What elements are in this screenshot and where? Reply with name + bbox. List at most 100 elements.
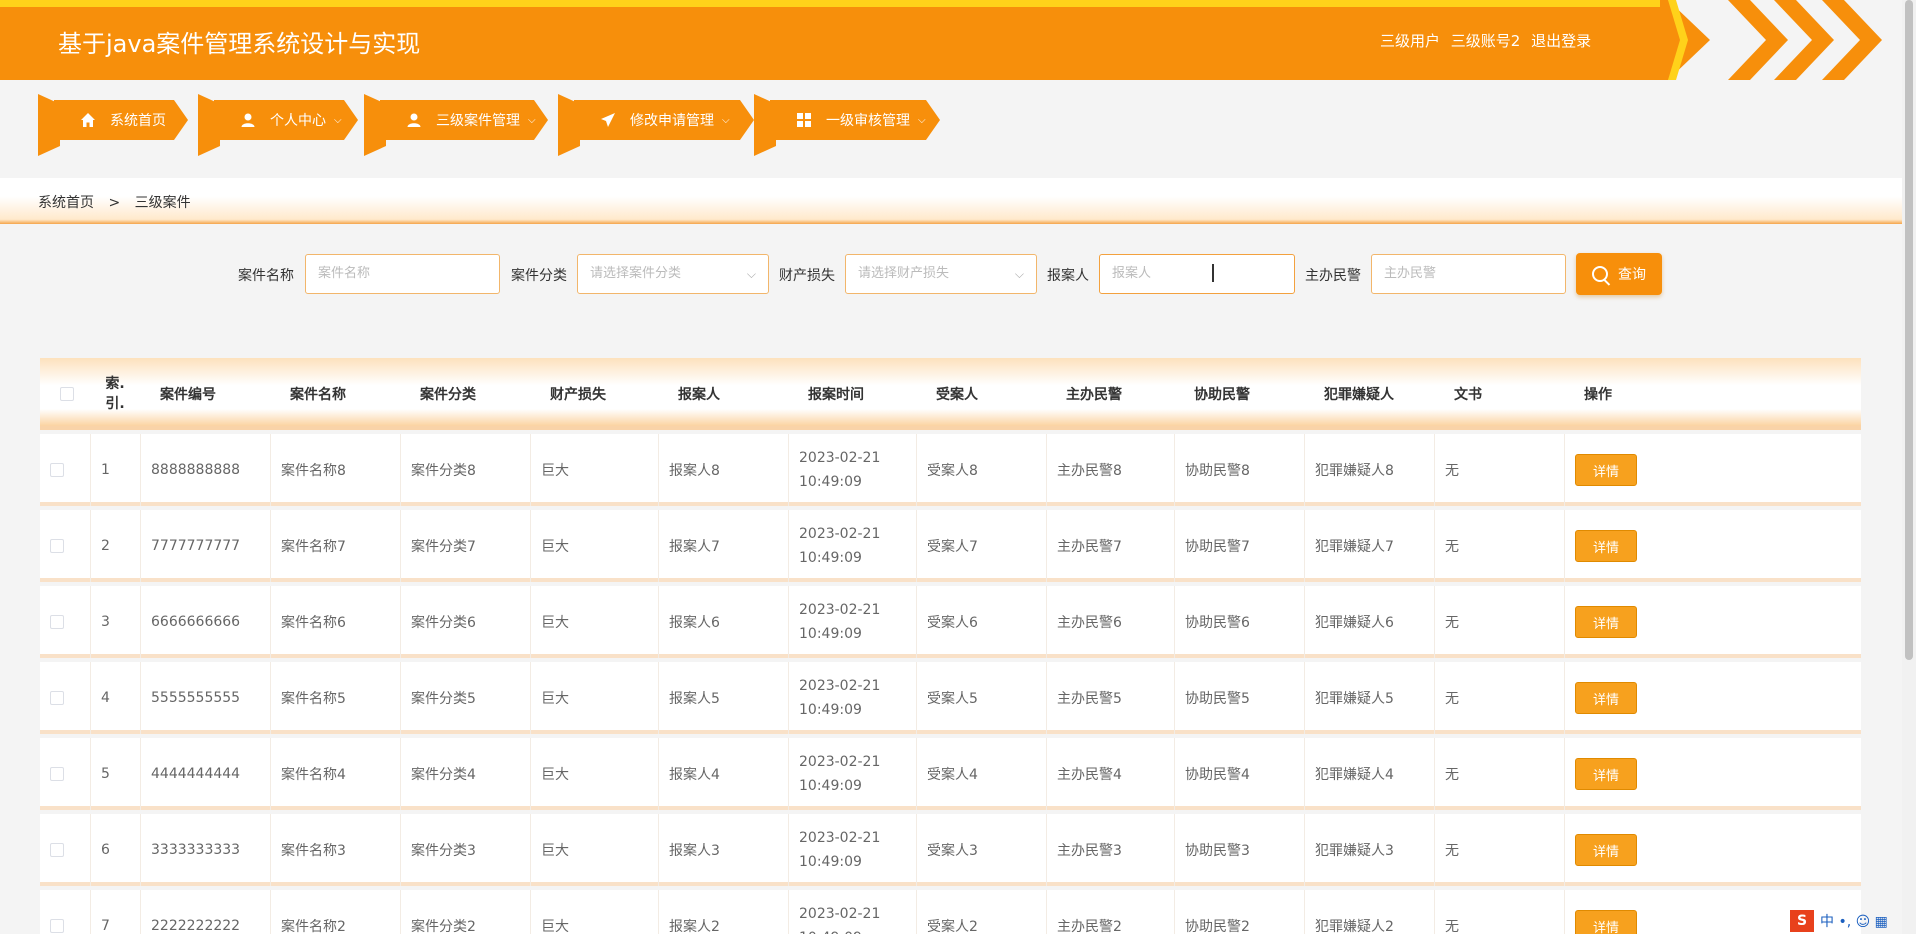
cell-cat: 案件分类2 — [400, 890, 530, 934]
loss-placeholder: 请选择财产损失 — [858, 266, 950, 281]
header-suspect: 犯罪嫌疑人 — [1324, 387, 1394, 403]
cell-idx: 1 — [90, 434, 140, 506]
chevron-down-icon: ⌵ — [722, 114, 730, 126]
detail-button[interactable]: 详情 — [1575, 530, 1637, 562]
nav-item-home[interactable]: 系统首页 — [38, 94, 188, 156]
row-checkbox[interactable] — [40, 434, 90, 506]
cell-doc: 无 — [1434, 738, 1564, 810]
vertical-scrollbar[interactable] — [1902, 0, 1916, 934]
loss-label: 财产损失 — [779, 268, 835, 284]
cell-receiver: 受案人2 — [916, 890, 1046, 934]
cell-loss: 巨大 — [530, 662, 658, 734]
detail-button[interactable]: 详情 — [1575, 606, 1637, 638]
select-all-checkbox[interactable] — [40, 358, 90, 430]
cell-suspect: 犯罪嫌疑人2 — [1304, 890, 1434, 934]
nav-label: 修改申请管理 — [630, 113, 714, 129]
cell-no: 8888888888 — [140, 434, 270, 506]
breadcrumb-home[interactable]: 系统首页 — [38, 195, 94, 211]
ime-status: 中 •, ☺ ▦ — [1820, 914, 1888, 930]
row-checkbox[interactable] — [40, 814, 90, 886]
header-case-name: 案件名称 — [290, 387, 346, 403]
detail-button[interactable]: 详情 — [1575, 834, 1637, 866]
logout-link[interactable]: 退出登录 — [1531, 32, 1591, 50]
cell-doc: 无 — [1434, 586, 1564, 658]
app-title: 基于java案件管理系统设计与实现 — [58, 30, 421, 58]
category-select[interactable]: 请选择案件分类 ⌵ — [577, 254, 769, 294]
nav-item-change-request[interactable]: 修改申请管理 ⌵ — [558, 94, 754, 156]
cell-reporter: 报案人3 — [658, 814, 788, 886]
table-row: 6 3333333333 案件名称3 案件分类3 巨大 报案人3 2023-02-21 10… — [40, 814, 1861, 886]
nav-item-profile[interactable]: 个人中心 ⌵ — [198, 94, 358, 156]
chevron-down-icon: ⌵ — [918, 114, 926, 126]
cell-idx: 2 — [90, 510, 140, 582]
case-name-input[interactable]: 案件名称 — [305, 254, 500, 294]
cell-assist: 协助民警8 — [1174, 434, 1304, 506]
cell-no: 6666666666 — [140, 586, 270, 658]
row-checkbox[interactable] — [40, 890, 90, 934]
table-row: 3 6666666666 案件名称6 案件分类6 巨大 报案人6 2023-02-21 10… — [40, 586, 1861, 658]
table-row: 72222222222案件名称2案件分类2巨大报案人22023-02-21 10… — [40, 890, 1861, 934]
table-header: 索. 引. 案件编号 案件名称 案件分类 财产损失 报案人 报案时间 受案人 主… — [40, 358, 1861, 430]
cell-reporter: 报案人5 — [658, 662, 788, 734]
cell-cat: 案件分类3 — [400, 814, 530, 886]
detail-button[interactable]: 详情 — [1575, 682, 1637, 714]
row-checkbox[interactable] — [40, 738, 90, 810]
nav-label: 三级案件管理 — [436, 113, 520, 129]
cell-suspect: 犯罪嫌疑人7 — [1304, 510, 1434, 582]
cell-no: 3333333333 — [140, 814, 270, 886]
cell-officer: 主办民警5 — [1046, 662, 1174, 734]
cell-officer: 主办民警6 — [1046, 586, 1174, 658]
table-row: 1 8888888888 案件名称8 案件分类8 巨大 报案人8 2023-02-21 10… — [40, 434, 1861, 506]
detail-button[interactable]: 详情 — [1575, 758, 1637, 790]
account-name: 三级账号2 — [1450, 32, 1521, 50]
category-label: 案件分类 — [511, 268, 567, 284]
search-button[interactable]: 查询 — [1576, 253, 1662, 295]
reporter-input[interactable]: 报案人 — [1099, 254, 1295, 294]
cell-actions: 详情 — [1564, 814, 1694, 886]
detail-button[interactable]: 详情 — [1575, 910, 1637, 934]
user-links: 三级用户 三级账号2 退出登录 — [1380, 30, 1597, 51]
cell-time: 2023-02-21 10:49:09 — [788, 738, 916, 810]
cell-reporter: 报案人4 — [658, 738, 788, 810]
header-category: 案件分类 — [420, 387, 476, 403]
case-table: 索. 引. 案件编号 案件名称 案件分类 财产损失 报案人 报案时间 受案人 主… — [40, 358, 1861, 934]
cell-actions: 详情 — [1564, 890, 1694, 934]
officer-label: 主办民警 — [1305, 268, 1361, 284]
cell-actions: 详情 — [1564, 586, 1694, 658]
header-bar: 基于java案件管理系统设计与实现 三级用户 三级账号2 退出登录 — [0, 0, 1916, 80]
user-role: 三级用户 — [1380, 32, 1441, 50]
cell-cat: 案件分类8 — [400, 434, 530, 506]
scrollbar-thumb[interactable] — [1905, 0, 1913, 660]
search-icon — [1592, 266, 1608, 282]
cell-idx: 6 — [90, 814, 140, 886]
cell-reporter: 报案人6 — [658, 586, 788, 658]
cell-time: 2023-02-21 10:49:09 — [788, 890, 916, 934]
cell-assist: 协助民警2 — [1174, 890, 1304, 934]
detail-button[interactable]: 详情 — [1575, 454, 1637, 486]
row-checkbox[interactable] — [40, 510, 90, 582]
cell-doc: 无 — [1434, 662, 1564, 734]
officer-input[interactable]: 主办民警 — [1371, 254, 1566, 294]
chevron-down-icon: ⌵ — [746, 267, 756, 281]
cell-doc: 无 — [1434, 434, 1564, 506]
row-checkbox[interactable] — [40, 662, 90, 734]
ime-logo-icon: S — [1790, 910, 1814, 932]
search-button-label: 查询 — [1618, 267, 1646, 283]
loss-select[interactable]: 请选择财产损失 ⌵ — [845, 254, 1037, 294]
cell-suspect: 犯罪嫌疑人6 — [1304, 586, 1434, 658]
cell-cat: 案件分类4 — [400, 738, 530, 810]
cell-reporter: 报案人8 — [658, 434, 788, 506]
home-icon — [80, 112, 96, 128]
cell-receiver: 受案人5 — [916, 662, 1046, 734]
cell-name: 案件名称7 — [270, 510, 400, 582]
nav-item-first-level-review[interactable]: 一级审核管理 ⌵ — [754, 94, 940, 156]
header-case-no: 案件编号 — [160, 387, 216, 403]
cell-receiver: 受案人8 — [916, 434, 1046, 506]
row-checkbox[interactable] — [40, 586, 90, 658]
cell-time: 2023-02-21 10:49:09 — [788, 510, 916, 582]
breadcrumb: 系统首页 > 三级案件 — [38, 192, 191, 212]
nav-item-case-management[interactable]: 三级案件管理 ⌵ — [364, 94, 548, 156]
cell-actions: 详情 — [1564, 510, 1694, 582]
cell-name: 案件名称2 — [270, 890, 400, 934]
header-reporter: 报案人 — [678, 387, 720, 403]
